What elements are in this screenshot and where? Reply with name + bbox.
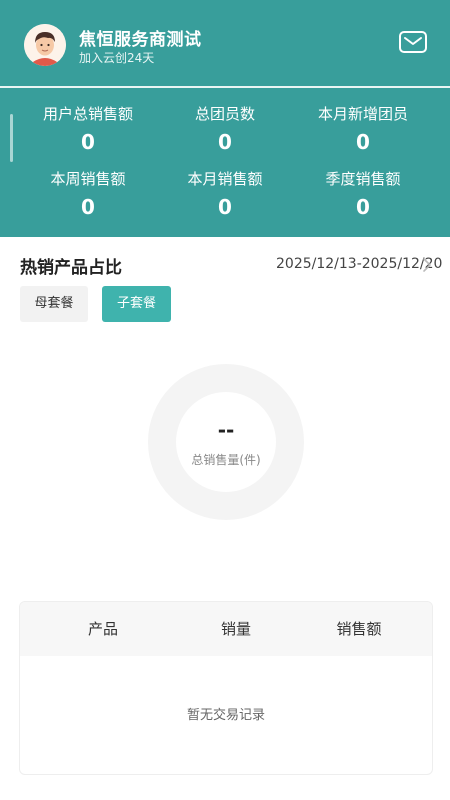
stat-label: 本月新增团员 [317, 105, 408, 123]
stat-value: 0 [218, 195, 232, 219]
donut-total-value: -- [217, 418, 235, 442]
column-header-volume: 销量 [220, 620, 251, 638]
stat-label: 本月销售额 [187, 170, 263, 188]
stat-label: 本周销售额 [50, 170, 126, 188]
stat-user-total-sales[interactable]: 用户总销售额 0 [13, 104, 163, 155]
sales-donut-chart [147, 363, 305, 521]
sales-table: 产品 销量 销售额 暂无交易记录 [19, 601, 433, 775]
stat-value: 0 [356, 195, 370, 219]
avatar-face-icon [24, 24, 66, 66]
table-header: 产品 销量 销售额 [20, 602, 432, 656]
stat-week-sales[interactable]: 本周销售额 0 [13, 169, 163, 220]
tab-child-package[interactable]: 子套餐 [102, 286, 171, 322]
stat-label: 用户总销售额 [42, 105, 133, 123]
mail-button[interactable] [398, 29, 428, 55]
profile-bar: 焦恒服务商测试 加入云创24天 [0, 0, 450, 86]
stat-value: 0 [81, 130, 95, 154]
stat-label: 总团员数 [194, 105, 255, 123]
empty-state-text: 暂无交易记录 [186, 708, 265, 723]
column-header-sales: 销售额 [336, 620, 382, 638]
user-name: 焦恒服务商测试 [79, 30, 202, 50]
stat-value: 0 [218, 130, 232, 154]
section-title: 热销产品占比 [20, 258, 122, 278]
donut-total-label: 总销售量(件) [191, 453, 261, 467]
avatar[interactable] [24, 24, 66, 66]
tab-mother-package[interactable]: 母套餐 [20, 286, 88, 322]
stats-grid: 用户总销售额 0 总团员数 0 本月新增团员 0 本周销售额 0 本月销售额 0… [0, 88, 450, 237]
stat-value: 0 [81, 195, 95, 219]
stat-total-members[interactable]: 总团员数 0 [150, 104, 300, 155]
date-range-picker[interactable]: 2025/12/13-2025/12/20 [276, 256, 442, 272]
join-duration: 加入云创24天 [79, 51, 155, 65]
chevron-right-icon[interactable] [421, 257, 433, 273]
stat-new-members-month[interactable]: 本月新增团员 0 [288, 104, 438, 155]
header-panel: 焦恒服务商测试 加入云创24天 用户总销售额 0 总团员数 0 本月新增团员 0… [0, 0, 450, 237]
stat-quarter-sales[interactable]: 季度销售额 0 [288, 169, 438, 220]
stat-month-sales[interactable]: 本月销售额 0 [150, 169, 300, 220]
column-header-product: 产品 [87, 620, 118, 638]
envelope-icon [399, 31, 427, 53]
stat-value: 0 [356, 130, 370, 154]
stat-label: 季度销售额 [325, 170, 401, 188]
donut-ring [148, 364, 304, 520]
